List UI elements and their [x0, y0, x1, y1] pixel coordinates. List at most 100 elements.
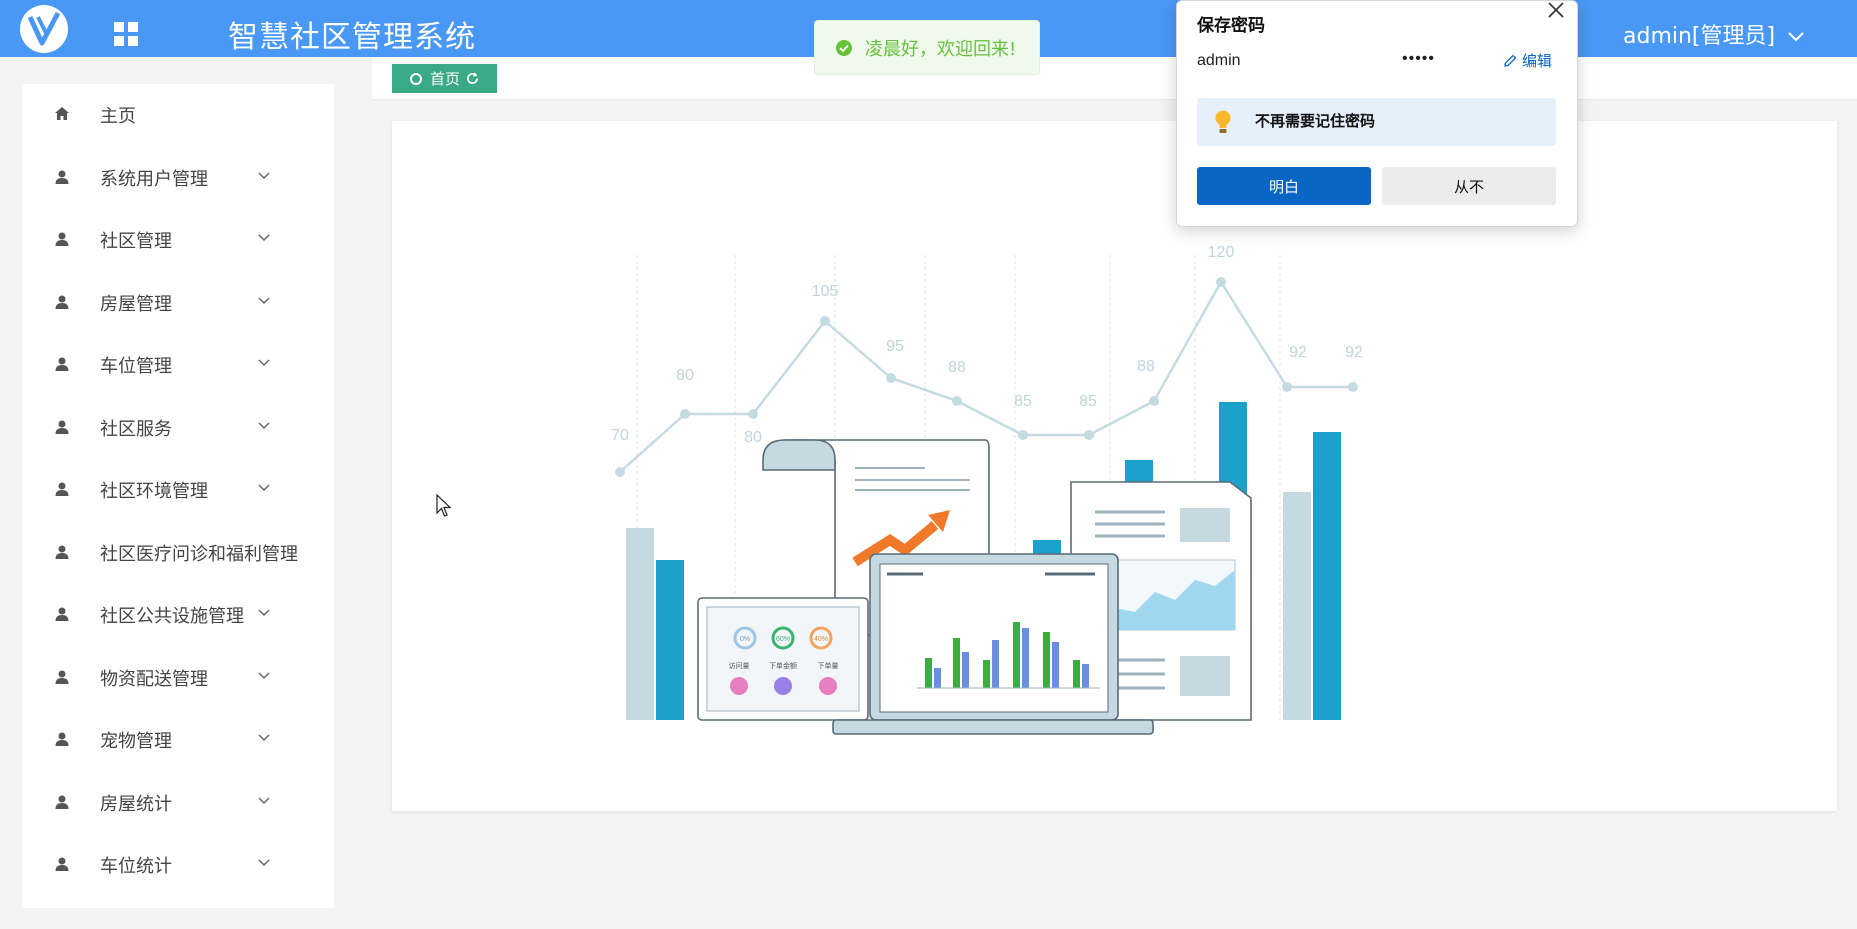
saved-password-mask: ••••• — [1402, 50, 1436, 67]
user-icon — [55, 795, 69, 809]
saved-username: admin — [1197, 52, 1241, 69]
mini-percent: 0% — [740, 636, 750, 643]
mouse-cursor-icon — [436, 494, 452, 517]
sidebar-item-label: 车位管理 — [100, 356, 172, 377]
sidebar-item-label: 车位统计 — [100, 856, 172, 877]
chevron-down-icon — [258, 234, 270, 242]
tab-home-label: 首页 — [429, 70, 460, 88]
chevron-down-icon — [258, 609, 270, 617]
user-menu[interactable]: admin[管理员] — [1623, 18, 1804, 50]
dialog-title: 保存密码 — [1197, 16, 1265, 35]
laptop-illustration — [832, 553, 1154, 735]
sidebar-item-system-users[interactable]: 系统用户管理 — [22, 147, 334, 209]
sidebar-item-label: 社区管理 — [100, 231, 172, 252]
sidebar-item-home[interactable]: 主页 — [22, 84, 334, 146]
sidebar-item-environment[interactable]: 社区环境管理 — [22, 459, 334, 521]
edit-label: 编辑 — [1522, 53, 1553, 70]
sidebar-item-community[interactable]: 社区管理 — [22, 209, 334, 271]
line-value-label: 85 — [1079, 393, 1097, 410]
line-value-label: 120 — [1208, 244, 1235, 261]
chevron-down-icon — [258, 484, 270, 492]
lightbulb-icon — [1215, 110, 1231, 133]
tab-home[interactable]: 首页 — [392, 64, 497, 93]
user-icon — [55, 420, 69, 434]
success-check-icon — [836, 39, 852, 56]
line-value-label: 80 — [676, 367, 694, 384]
dashboard-illustration: 70 80 80 105 95 88 85 85 88 120 92 92 0%… — [611, 244, 1363, 735]
user-icon — [55, 732, 69, 746]
sidebar-item-supply-delivery[interactable]: 物资配送管理 — [22, 647, 334, 709]
user-icon — [55, 857, 69, 871]
chevron-down-icon — [258, 672, 270, 680]
chevron-down-icon — [258, 422, 270, 430]
app-logo-icon — [20, 5, 68, 53]
apps-grid-icon[interactable] — [112, 20, 140, 48]
sidebar-item-label: 主页 — [100, 106, 136, 127]
close-icon[interactable] — [1547, 1, 1565, 19]
sidebar-item-label: 物资配送管理 — [100, 669, 208, 690]
active-dot-icon — [409, 72, 422, 85]
sidebar-item-label: 社区公共设施管理 — [100, 606, 244, 627]
edit-button[interactable]: 编辑 — [1503, 50, 1552, 71]
mini-label: 下单量 — [818, 661, 839, 670]
sidebar-item-pets[interactable]: 宠物管理 — [22, 709, 334, 771]
chevron-down-icon — [258, 172, 270, 180]
tip-banner: 不再需要记住密码 — [1197, 98, 1556, 146]
line-value-label: 95 — [886, 338, 904, 355]
user-icon — [55, 357, 69, 371]
user-label: admin[管理员] — [1623, 24, 1776, 49]
sidebar-item-parking-stats[interactable]: 车位统计 — [22, 834, 334, 896]
mini-label: 访问量 — [729, 661, 750, 670]
user-icon — [55, 607, 69, 621]
never-button[interactable]: 从不 — [1382, 167, 1556, 205]
chevron-down-icon — [258, 797, 270, 805]
line-value-label: 105 — [812, 283, 839, 300]
chevron-down-icon — [258, 859, 270, 867]
user-icon — [55, 170, 69, 184]
sidebar-item-medical-welfare[interactable]: 社区医疗问诊和福利管理 — [22, 522, 334, 584]
sidebar-item-label: 社区医疗问诊和福利管理 — [100, 544, 298, 565]
sidebar-item-housing-stats[interactable]: 房屋统计 — [22, 772, 334, 834]
user-icon — [55, 482, 69, 496]
line-value-label: 92 — [1345, 344, 1363, 361]
line-value-label: 88 — [948, 359, 966, 376]
line-value-label: 70 — [611, 427, 629, 444]
ok-button[interactable]: 明白 — [1197, 167, 1371, 205]
line-value-label: 80 — [744, 429, 762, 446]
chevron-down-icon — [258, 734, 270, 742]
pencil-icon — [1504, 54, 1517, 67]
user-icon — [55, 232, 69, 246]
sidebar-item-label: 宠物管理 — [100, 731, 172, 752]
sidebar-item-services[interactable]: 社区服务 — [22, 397, 334, 459]
tablet-illustration: 0% 60% 40% 访问量 下单金额 下单量 — [697, 597, 869, 721]
user-icon — [55, 545, 69, 559]
line-value-label: 85 — [1014, 393, 1032, 410]
toast-message: 凌晨好，欢迎回来! — [865, 38, 1017, 60]
sidebar-item-parking[interactable]: 车位管理 — [22, 334, 334, 396]
mini-percent: 60% — [776, 636, 790, 643]
chevron-down-icon — [258, 359, 270, 367]
sidebar-item-public-facilities[interactable]: 社区公共设施管理 — [22, 584, 334, 646]
chevron-down-icon — [1788, 32, 1804, 42]
home-icon — [55, 107, 69, 120]
line-value-label: 92 — [1289, 344, 1307, 361]
welcome-toast: 凌晨好，欢迎回来! — [814, 20, 1040, 75]
tab-strip — [372, 57, 1857, 100]
line-value-label: 88 — [1137, 358, 1155, 375]
user-icon — [55, 295, 69, 309]
mini-percent: 40% — [814, 636, 828, 643]
sidebar-item-label: 房屋管理 — [100, 294, 172, 315]
sidebar-item-label: 系统用户管理 — [100, 169, 208, 190]
refresh-icon[interactable] — [466, 72, 479, 85]
mini-label: 下单金额 — [769, 661, 797, 670]
sidebar-item-label: 社区服务 — [100, 419, 172, 440]
tip-text: 不再需要记住密码 — [1255, 113, 1376, 130]
sidebar: 主页 系统用户管理 社区管理 房屋管理 车位管理 社区服务 社区环境管理 社区医… — [22, 84, 334, 908]
sidebar-item-label: 房屋统计 — [100, 794, 172, 815]
chevron-down-icon — [258, 297, 270, 305]
app-title: 智慧社区管理系统 — [228, 20, 476, 55]
user-icon — [55, 670, 69, 684]
save-password-dialog: 保存密码 admin ••••• 编辑 不再需要记住密码 明白 从不 — [1176, 0, 1578, 227]
sidebar-item-label: 社区环境管理 — [100, 481, 208, 502]
sidebar-item-housing[interactable]: 房屋管理 — [22, 272, 334, 334]
